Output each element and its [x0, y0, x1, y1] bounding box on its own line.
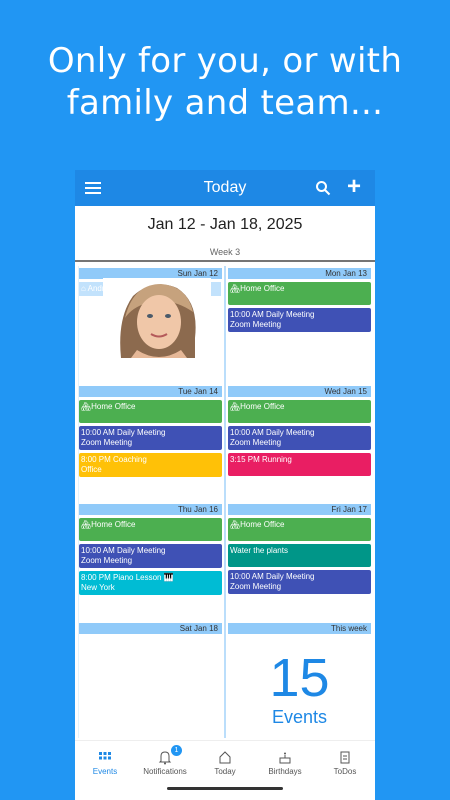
- day-cell-sat[interactable]: Sat Jan 18: [79, 623, 222, 634]
- day-header-tue: Tue Jan 14: [79, 386, 222, 397]
- this-week-header: This week: [228, 623, 371, 634]
- event-title: Home Office: [240, 520, 285, 529]
- app-screen: Today + Jan 12 - Jan 18, 2025 Week 3 Sun…: [75, 170, 375, 800]
- event-count: 15 Events: [228, 648, 371, 726]
- event-title: 3:15 PM Running: [230, 455, 292, 464]
- event-daily-meeting[interactable]: 10:00 AM Daily Meeting Zoom Meeting: [228, 308, 371, 332]
- event-location: Zoom Meeting: [230, 582, 282, 591]
- event-title: 10:00 AM Daily Meeting: [230, 572, 315, 581]
- event-count-label: Events: [271, 707, 328, 727]
- nav-birthdays-label: Birthdays: [268, 767, 302, 776]
- day-cell-thu[interactable]: Thu Jan 16 🏘Home Office 10:00 AM Daily M…: [79, 504, 222, 595]
- event-location: New York: [81, 583, 115, 592]
- grid-icon: [99, 752, 111, 760]
- event-daily-meeting[interactable]: 10:00 AM Daily Meeting Zoom Meeting: [79, 544, 222, 568]
- event-location: Zoom Meeting: [230, 438, 282, 447]
- event-home-office[interactable]: 🏘Home Office: [228, 282, 371, 305]
- house-icon: 🏘: [81, 520, 92, 529]
- nav-todos-label: ToDos: [333, 767, 357, 776]
- day-cell-mon[interactable]: Mon Jan 13 🏘Home Office 10:00 AM Daily M…: [228, 268, 371, 332]
- event-title: 10:00 AM Daily Meeting: [230, 428, 315, 437]
- promo-headline: Only for you, or with family and team...: [0, 40, 450, 124]
- house-icon: 🏘: [81, 402, 92, 411]
- cake-icon: [279, 752, 291, 764]
- event-home-office[interactable]: 🏘Home Office: [228, 518, 371, 541]
- event-title: Home Office: [240, 402, 285, 411]
- promo-line-1: Only for you, or with: [47, 41, 403, 81]
- day-header-thu: Thu Jan 16: [79, 504, 222, 515]
- event-count-number: 15: [269, 648, 330, 708]
- event-home-office[interactable]: 🏘Home Office: [228, 400, 371, 423]
- grid-line-center: [224, 266, 226, 738]
- home-icon: [219, 751, 231, 764]
- event-title: Home Office: [91, 520, 136, 529]
- home-indicator: [167, 787, 283, 790]
- notifications-badge: 1: [171, 745, 182, 756]
- app-bar: Today +: [75, 170, 375, 206]
- nav-today[interactable]: Today: [195, 747, 255, 776]
- nav-events[interactable]: Events: [75, 747, 135, 776]
- event-daily-meeting[interactable]: 10:00 AM Daily Meeting Zoom Meeting: [228, 426, 371, 450]
- week-number: Week 3: [209, 247, 241, 257]
- event-water-plants[interactable]: Water the plants: [228, 544, 371, 567]
- day-header-fri: Fri Jan 17: [228, 504, 371, 515]
- event-title: Water the plants: [230, 546, 288, 555]
- event-running[interactable]: 3:15 PM Running: [228, 453, 371, 476]
- event-title: 10:00 AM Daily Meeting: [81, 428, 166, 437]
- day-header-wed: Wed Jan 15: [228, 386, 371, 397]
- bell-icon: [158, 751, 172, 765]
- event-daily-meeting[interactable]: 10:00 AM Daily Meeting Zoom Meeting: [79, 426, 222, 450]
- house-icon: 🏘: [230, 284, 241, 293]
- event-location: Zoom Meeting: [81, 438, 133, 447]
- event-title: 10:00 AM Daily Meeting: [230, 310, 315, 319]
- search-icon[interactable]: [315, 180, 331, 196]
- event-daily-meeting[interactable]: 10:00 AM Daily Meeting Zoom Meeting: [228, 570, 371, 594]
- event-home-office[interactable]: 🏘Home Office: [79, 400, 222, 423]
- grid-line-left: [78, 266, 79, 738]
- promo-line-2: family and team...: [66, 83, 384, 123]
- event-title: 8:00 PM Piano Lesson 🎹: [81, 573, 174, 582]
- divider: [75, 260, 375, 262]
- week-range: Jan 12 - Jan 18, 2025: [147, 216, 303, 233]
- nav-birthdays[interactable]: Birthdays: [255, 747, 315, 776]
- event-location: Zoom Meeting: [230, 320, 282, 329]
- nav-notifications[interactable]: 1 Notifications: [135, 745, 195, 776]
- nav-events-label: Events: [92, 767, 118, 776]
- event-title: 10:00 AM Daily Meeting: [81, 546, 166, 555]
- event-title: 8:00 PM Coaching: [81, 455, 147, 464]
- day-header-mon: Mon Jan 13: [228, 268, 371, 279]
- nav-todos[interactable]: ToDos: [315, 747, 375, 776]
- event-location: Zoom Meeting: [81, 556, 133, 565]
- bottom-nav: Events 1 Notifications Today Birthdays T…: [75, 740, 375, 800]
- nav-notifications-label: Notifications: [143, 767, 187, 776]
- event-title: Home Office: [91, 402, 136, 411]
- plus-icon[interactable]: +: [347, 174, 361, 200]
- day-cell-fri[interactable]: Fri Jan 17 🏘Home Office Water the plants…: [228, 504, 371, 594]
- day-cell-tue[interactable]: Tue Jan 14 🏘Home Office 10:00 AM Daily M…: [79, 386, 222, 477]
- event-coaching[interactable]: 8:00 PM Coaching Office: [79, 453, 222, 477]
- clipboard-icon: [340, 751, 350, 764]
- house-icon: 🏘: [230, 520, 241, 529]
- event-title: Home Office: [240, 284, 285, 293]
- house-icon: 🏘: [230, 402, 241, 411]
- this-week-cell[interactable]: This week: [228, 623, 371, 634]
- event-piano-lesson[interactable]: 8:00 PM Piano Lesson 🎹 New York: [79, 571, 222, 595]
- day-cell-wed[interactable]: Wed Jan 15 🏘Home Office 10:00 AM Daily M…: [228, 386, 371, 476]
- event-home-office[interactable]: 🏘Home Office: [79, 518, 222, 541]
- event-location: Office: [81, 465, 102, 474]
- person-photo: [103, 278, 211, 358]
- nav-today-label: Today: [214, 767, 236, 776]
- cake-icon: ⌂: [81, 284, 88, 293]
- day-header-sat: Sat Jan 18: [79, 623, 222, 634]
